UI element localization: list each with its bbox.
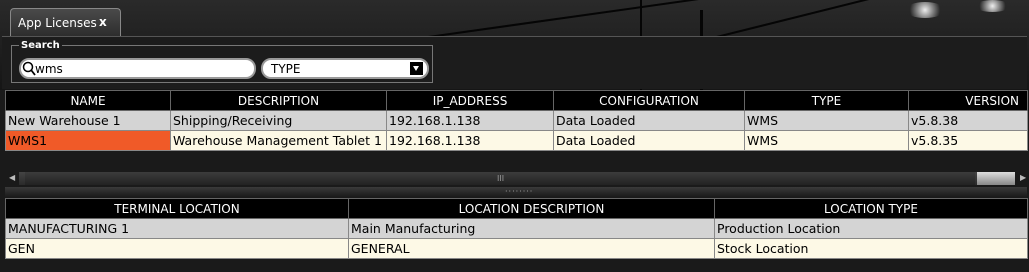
table-row[interactable]: MANUFACTURING 1 Main Manufacturing Produ… xyxy=(5,218,1028,239)
horizontal-scrollbar[interactable]: ◀ III ▶ xyxy=(5,171,1027,186)
col-header-version[interactable]: VERSION xyxy=(908,90,1028,111)
cell-ip-address[interactable]: 192.168.1.138 xyxy=(386,110,554,131)
table-row[interactable]: New Warehouse 1 Shipping/Receiving 192.1… xyxy=(5,110,1028,131)
cell-type[interactable]: WMS xyxy=(744,130,909,151)
cell-terminal-location[interactable]: MANUFACTURING 1 xyxy=(5,218,349,239)
tab-app-licenses[interactable]: App Licenses x xyxy=(10,8,121,37)
col-header-name[interactable]: NAME xyxy=(5,90,171,111)
cell-configuration[interactable]: Data Loaded xyxy=(553,110,745,131)
col-header-description[interactable]: DESCRIPTION xyxy=(170,90,387,111)
type-select[interactable]: TYPE xyxy=(261,58,429,79)
cell-version[interactable]: v5.8.35 xyxy=(908,130,1028,151)
chevron-down-icon[interactable] xyxy=(410,62,423,75)
scroll-grip: III xyxy=(497,174,505,183)
col-header-terminal-location[interactable]: TERMINAL LOCATION xyxy=(5,198,349,219)
col-header-ip-address[interactable]: IP_ADDRESS xyxy=(386,90,554,111)
type-select-value: TYPE xyxy=(271,62,301,76)
search-icon xyxy=(22,61,36,76)
cell-version[interactable]: v5.8.38 xyxy=(908,110,1028,131)
cell-name-selected[interactable]: WMS1 xyxy=(5,130,171,151)
cell-description[interactable]: Shipping/Receiving xyxy=(170,110,387,131)
search-value: wms xyxy=(35,62,63,76)
cell-configuration[interactable]: Data Loaded xyxy=(553,130,745,151)
splitter-grip: ········ xyxy=(505,187,534,196)
locations-table: TERMINAL LOCATION LOCATION DESCRIPTION L… xyxy=(5,198,1028,259)
col-header-configuration[interactable]: CONFIGURATION xyxy=(553,90,745,111)
licenses-header-row: NAME DESCRIPTION IP_ADDRESS CONFIGURATIO… xyxy=(5,90,1028,111)
scroll-right-icon[interactable]: ▶ xyxy=(1020,173,1026,182)
table-row[interactable]: WMS1 Warehouse Management Tablet 1 192.1… xyxy=(5,130,1028,151)
col-header-location-description[interactable]: LOCATION DESCRIPTION xyxy=(348,198,715,219)
pane-splitter[interactable]: ········ xyxy=(5,187,1027,197)
table-row[interactable]: GEN GENERAL Stock Location xyxy=(5,238,1028,259)
cell-type[interactable]: WMS xyxy=(744,110,909,131)
licenses-grid: NAME DESCRIPTION IP_ADDRESS CONFIGURATIO… xyxy=(5,90,1028,171)
locations-header-row: TERMINAL LOCATION LOCATION DESCRIPTION L… xyxy=(5,198,1028,219)
locations-grid: TERMINAL LOCATION LOCATION DESCRIPTION L… xyxy=(5,198,1028,260)
cell-location-description[interactable]: GENERAL xyxy=(348,238,715,259)
cell-name[interactable]: New Warehouse 1 xyxy=(5,110,171,131)
cell-terminal-location[interactable]: GEN xyxy=(5,238,349,259)
cell-description[interactable]: Warehouse Management Tablet 1 xyxy=(170,130,387,151)
cell-location-description[interactable]: Main Manufacturing xyxy=(348,218,715,239)
cell-ip-address[interactable]: 192.168.1.138 xyxy=(386,130,554,151)
licenses-table: NAME DESCRIPTION IP_ADDRESS CONFIGURATIO… xyxy=(5,90,1028,151)
col-header-type[interactable]: TYPE xyxy=(744,90,909,111)
cell-location-type[interactable]: Production Location xyxy=(714,218,1028,239)
search-input[interactable]: wms xyxy=(19,58,256,79)
scroll-end-segment[interactable] xyxy=(977,172,1015,185)
tab-label: App Licenses xyxy=(18,16,97,30)
scroll-left-icon[interactable]: ◀ xyxy=(9,173,15,182)
search-legend: Search xyxy=(19,40,62,51)
col-header-location-type[interactable]: LOCATION TYPE xyxy=(714,198,1028,219)
cell-location-type[interactable]: Stock Location xyxy=(714,238,1028,259)
close-tab-button[interactable]: x xyxy=(99,15,107,29)
